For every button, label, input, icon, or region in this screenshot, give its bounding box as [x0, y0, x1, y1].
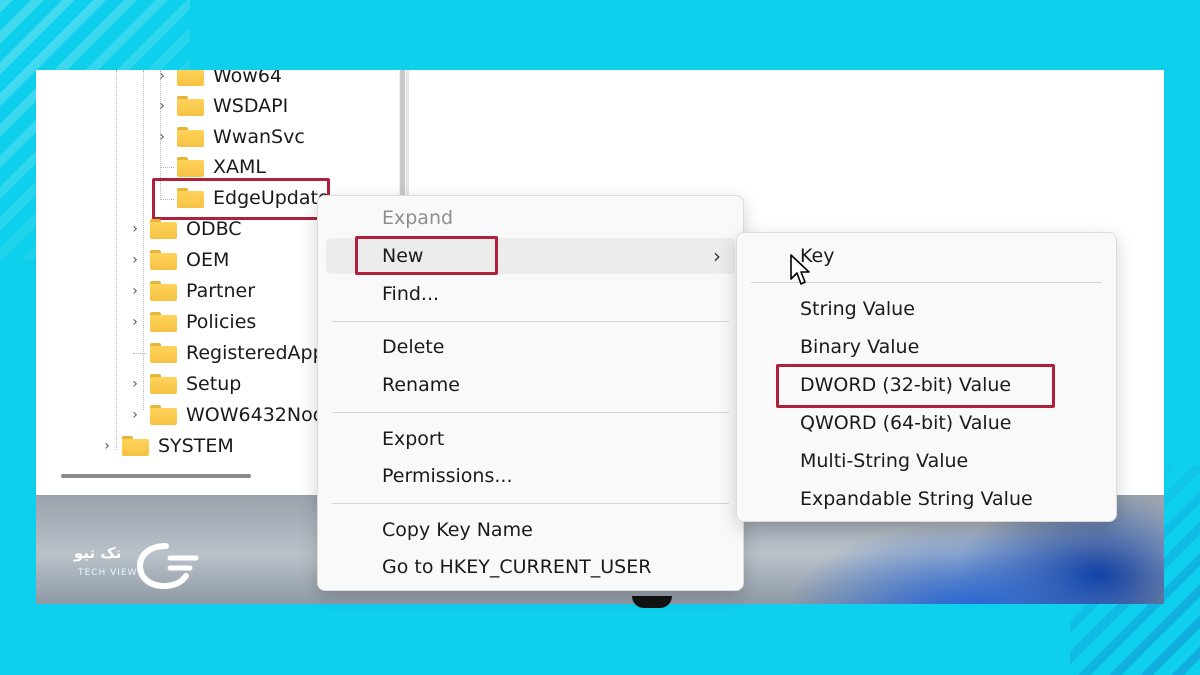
- tree-item-label: Policies: [186, 311, 257, 333]
- tree-item-wwansvc[interactable]: › WwanSvc: [155, 122, 305, 152]
- menu-item-label: Multi-String Value: [800, 450, 969, 472]
- menu-item-export[interactable]: Export: [326, 421, 735, 457]
- tree-item-label: WOW6432Nod: [186, 404, 325, 426]
- menu-item-label: QWORD (64-bit) Value: [800, 412, 1012, 434]
- menu-item-permissions[interactable]: Permissions...: [326, 458, 735, 494]
- context-menu: Expand New › Find... Delete Rename Expor…: [317, 195, 744, 591]
- tree-item-policies[interactable]: › Policies: [128, 307, 256, 337]
- menu-item-copy-key-name[interactable]: Copy Key Name: [326, 512, 735, 548]
- tree-item-label: Setup: [186, 373, 242, 395]
- menu-item-expand[interactable]: Expand: [326, 200, 735, 236]
- menu-item-label: Go to HKEY_CURRENT_USER: [382, 556, 652, 578]
- logo-arabic-text: تک تیو: [74, 544, 122, 562]
- folder-icon: [177, 96, 204, 116]
- folder-icon: [150, 374, 177, 394]
- folder-icon: [177, 127, 204, 147]
- menu-item-label: Permissions...: [382, 465, 513, 487]
- chevron-right-icon[interactable]: ›: [128, 376, 142, 392]
- tree-item-label: WSDAPI: [213, 95, 289, 117]
- folder-icon: [150, 343, 177, 363]
- tree-item-wsdapi[interactable]: › WSDAPI: [155, 91, 288, 121]
- menu-item-rename[interactable]: Rename: [326, 367, 735, 403]
- folder-icon: [150, 312, 177, 332]
- menu-item-label: Find...: [382, 283, 440, 305]
- submenu-item-string-value[interactable]: String Value: [745, 291, 1108, 327]
- folder-icon: [150, 219, 177, 239]
- taskbar-edge: [632, 596, 672, 608]
- menu-item-find[interactable]: Find...: [326, 276, 735, 312]
- tree-item-system[interactable]: › SYSTEM: [100, 431, 234, 461]
- tech-view-logo: تک تیو TECH VIEW: [74, 538, 204, 594]
- chevron-right-icon[interactable]: ›: [155, 98, 169, 114]
- tree-item-setup[interactable]: › Setup: [128, 369, 241, 399]
- chevron-right-icon[interactable]: ›: [155, 70, 169, 84]
- chevron-right-icon[interactable]: ›: [155, 129, 169, 145]
- tree-item-label: WwanSvc: [213, 126, 305, 148]
- tree-item-wow64[interactable]: › Wow64: [155, 70, 282, 91]
- tree-item-label: RegisteredApp: [186, 342, 325, 364]
- tree-item-label: Partner: [186, 280, 256, 302]
- menu-item-delete[interactable]: Delete: [326, 329, 735, 365]
- menu-item-label: Expand: [382, 207, 454, 229]
- menu-item-label: Delete: [382, 336, 445, 358]
- submenu-item-expandable-string-value[interactable]: Expandable String Value: [745, 481, 1108, 517]
- chevron-right-icon[interactable]: ›: [128, 221, 142, 237]
- chevron-right-icon[interactable]: ›: [128, 283, 142, 299]
- tree-connector-line: [116, 70, 117, 450]
- chevron-right-icon[interactable]: ›: [128, 407, 142, 423]
- new-highlight-box: [355, 236, 498, 275]
- folder-icon: [177, 70, 204, 86]
- chevron-right-icon[interactable]: ›: [128, 252, 142, 268]
- chevron-right-icon[interactable]: ›: [128, 314, 142, 330]
- tree-item-label: SYSTEM: [158, 435, 234, 457]
- tree-item-registeredapp[interactable]: RegisteredApp: [128, 338, 325, 368]
- tree-item-label: OEM: [186, 249, 230, 271]
- menu-item-label: String Value: [800, 298, 915, 320]
- tree-item-odbc[interactable]: › ODBC: [128, 214, 242, 244]
- tree-item-label: ODBC: [186, 218, 242, 240]
- mouse-cursor-icon: [790, 254, 810, 285]
- logo-english-text: TECH VIEW: [78, 568, 138, 578]
- folder-icon: [150, 405, 177, 425]
- menu-item-label: Binary Value: [800, 336, 920, 358]
- tree-item-wow6432node[interactable]: › WOW6432Nod: [128, 400, 325, 430]
- menu-item-label: Export: [382, 428, 445, 450]
- menu-separator: [332, 412, 729, 413]
- submenu-item-multi-string-value[interactable]: Multi-String Value: [745, 443, 1108, 479]
- tree-item-partner[interactable]: › Partner: [128, 276, 255, 306]
- tree-horizontal-scrollbar[interactable]: [61, 474, 251, 478]
- menu-item-label: Expandable String Value: [800, 488, 1033, 510]
- menu-item-go-to-hkcu[interactable]: Go to HKEY_CURRENT_USER: [326, 549, 735, 585]
- folder-icon: [122, 436, 149, 456]
- folder-icon: [150, 250, 177, 270]
- folder-icon: [150, 281, 177, 301]
- tree-item-oem[interactable]: › OEM: [128, 245, 229, 275]
- tree-item-label: Wow64: [213, 70, 283, 87]
- folder-icon: [177, 157, 204, 177]
- submenu-item-binary-value[interactable]: Binary Value: [745, 329, 1108, 365]
- chevron-right-icon[interactable]: ›: [100, 438, 114, 454]
- menu-item-label: Copy Key Name: [382, 519, 533, 541]
- menu-item-label: Rename: [382, 374, 460, 396]
- tree-item-label: XAML: [213, 156, 266, 178]
- menu-separator: [332, 321, 729, 322]
- menu-separator: [332, 503, 729, 504]
- submenu-item-qword-value[interactable]: QWORD (64-bit) Value: [745, 405, 1108, 441]
- dword-highlight-box: [776, 364, 1055, 408]
- chevron-right-icon: ›: [713, 244, 721, 268]
